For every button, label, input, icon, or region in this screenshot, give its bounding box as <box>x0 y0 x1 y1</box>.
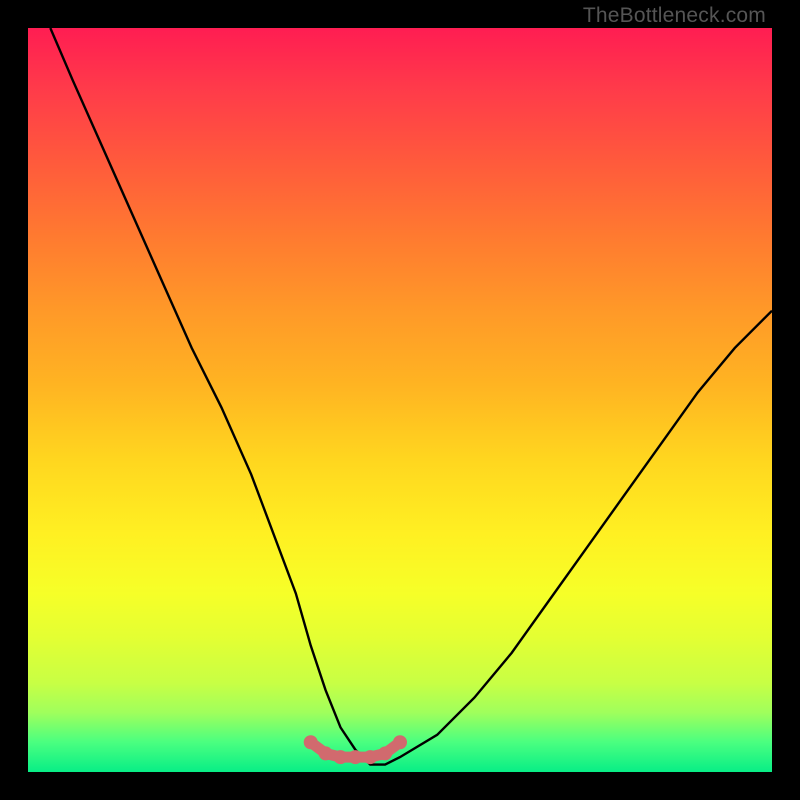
chart-svg <box>28 28 772 772</box>
marker-dot <box>393 735 407 749</box>
marker-dot <box>304 735 318 749</box>
marker-dot <box>348 750 362 764</box>
watermark-text: TheBottleneck.com <box>583 4 766 28</box>
marker-dot <box>319 746 333 760</box>
marker-dot <box>378 746 392 760</box>
bottleneck-curve-path <box>50 28 772 765</box>
marker-dot <box>333 750 347 764</box>
marker-dot <box>363 750 377 764</box>
